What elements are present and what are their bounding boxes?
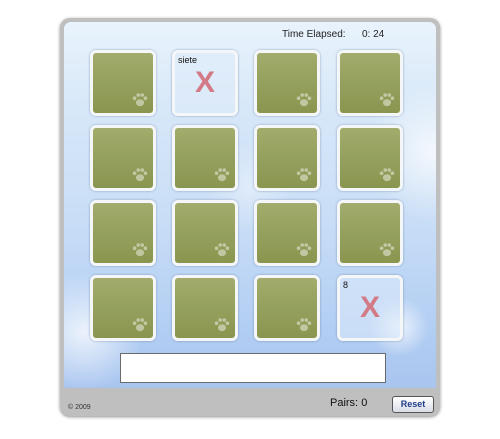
card-face-down[interactable]: [254, 200, 320, 266]
paw-print-icon: [131, 91, 149, 109]
paw-print-icon: [295, 316, 313, 334]
game-frame: Time Elapsed: 0: 24 siete X 8 X © 2009 Pair…: [60, 18, 440, 416]
answer-field[interactable]: [120, 353, 386, 383]
card-face-down[interactable]: [337, 200, 403, 266]
card-face-down[interactable]: [254, 50, 320, 116]
card-face-up[interactable]: 8X: [337, 275, 403, 341]
card-face-down[interactable]: [337, 125, 403, 191]
time-elapsed-label: Time Elapsed:: [282, 29, 346, 40]
card-face-down[interactable]: [90, 200, 156, 266]
pairs-counter: Pairs: 0: [330, 397, 367, 409]
mismatch-x-icon: X: [194, 66, 215, 99]
card-face-down[interactable]: [90, 275, 156, 341]
time-elapsed-value: 0: 24: [362, 29, 385, 40]
card-face-down[interactable]: [172, 275, 238, 341]
card-face-down[interactable]: [172, 200, 238, 266]
paw-print-icon: [378, 91, 396, 109]
paw-print-icon: [131, 316, 149, 334]
paw-print-icon: [213, 316, 231, 334]
copyright-text: © 2009: [68, 404, 91, 411]
paw-print-icon: [295, 91, 313, 109]
pairs-label: Pairs:: [330, 397, 359, 409]
paw-print-icon: [131, 166, 149, 184]
paw-print-icon: [295, 166, 313, 184]
pairs-value: 0: [361, 397, 368, 409]
paw-print-icon: [213, 166, 231, 184]
reset-button[interactable]: Reset: [392, 396, 434, 413]
paw-print-icon: [378, 166, 396, 184]
paw-print-icon: [295, 241, 313, 259]
card-face-down[interactable]: [90, 125, 156, 191]
game-board: Time Elapsed: 0: 24 siete X 8 X: [64, 22, 436, 388]
card-face-down[interactable]: [254, 275, 320, 341]
paw-print-icon: [213, 241, 231, 259]
mismatch-x-icon: X: [359, 291, 380, 324]
paw-print-icon: [378, 241, 396, 259]
card-face-down[interactable]: [172, 125, 238, 191]
card-face-down[interactable]: [337, 50, 403, 116]
card-face-down[interactable]: [90, 50, 156, 116]
card-face-up[interactable]: siete X: [172, 50, 238, 116]
card-face-down[interactable]: [254, 125, 320, 191]
paw-print-icon: [131, 241, 149, 259]
